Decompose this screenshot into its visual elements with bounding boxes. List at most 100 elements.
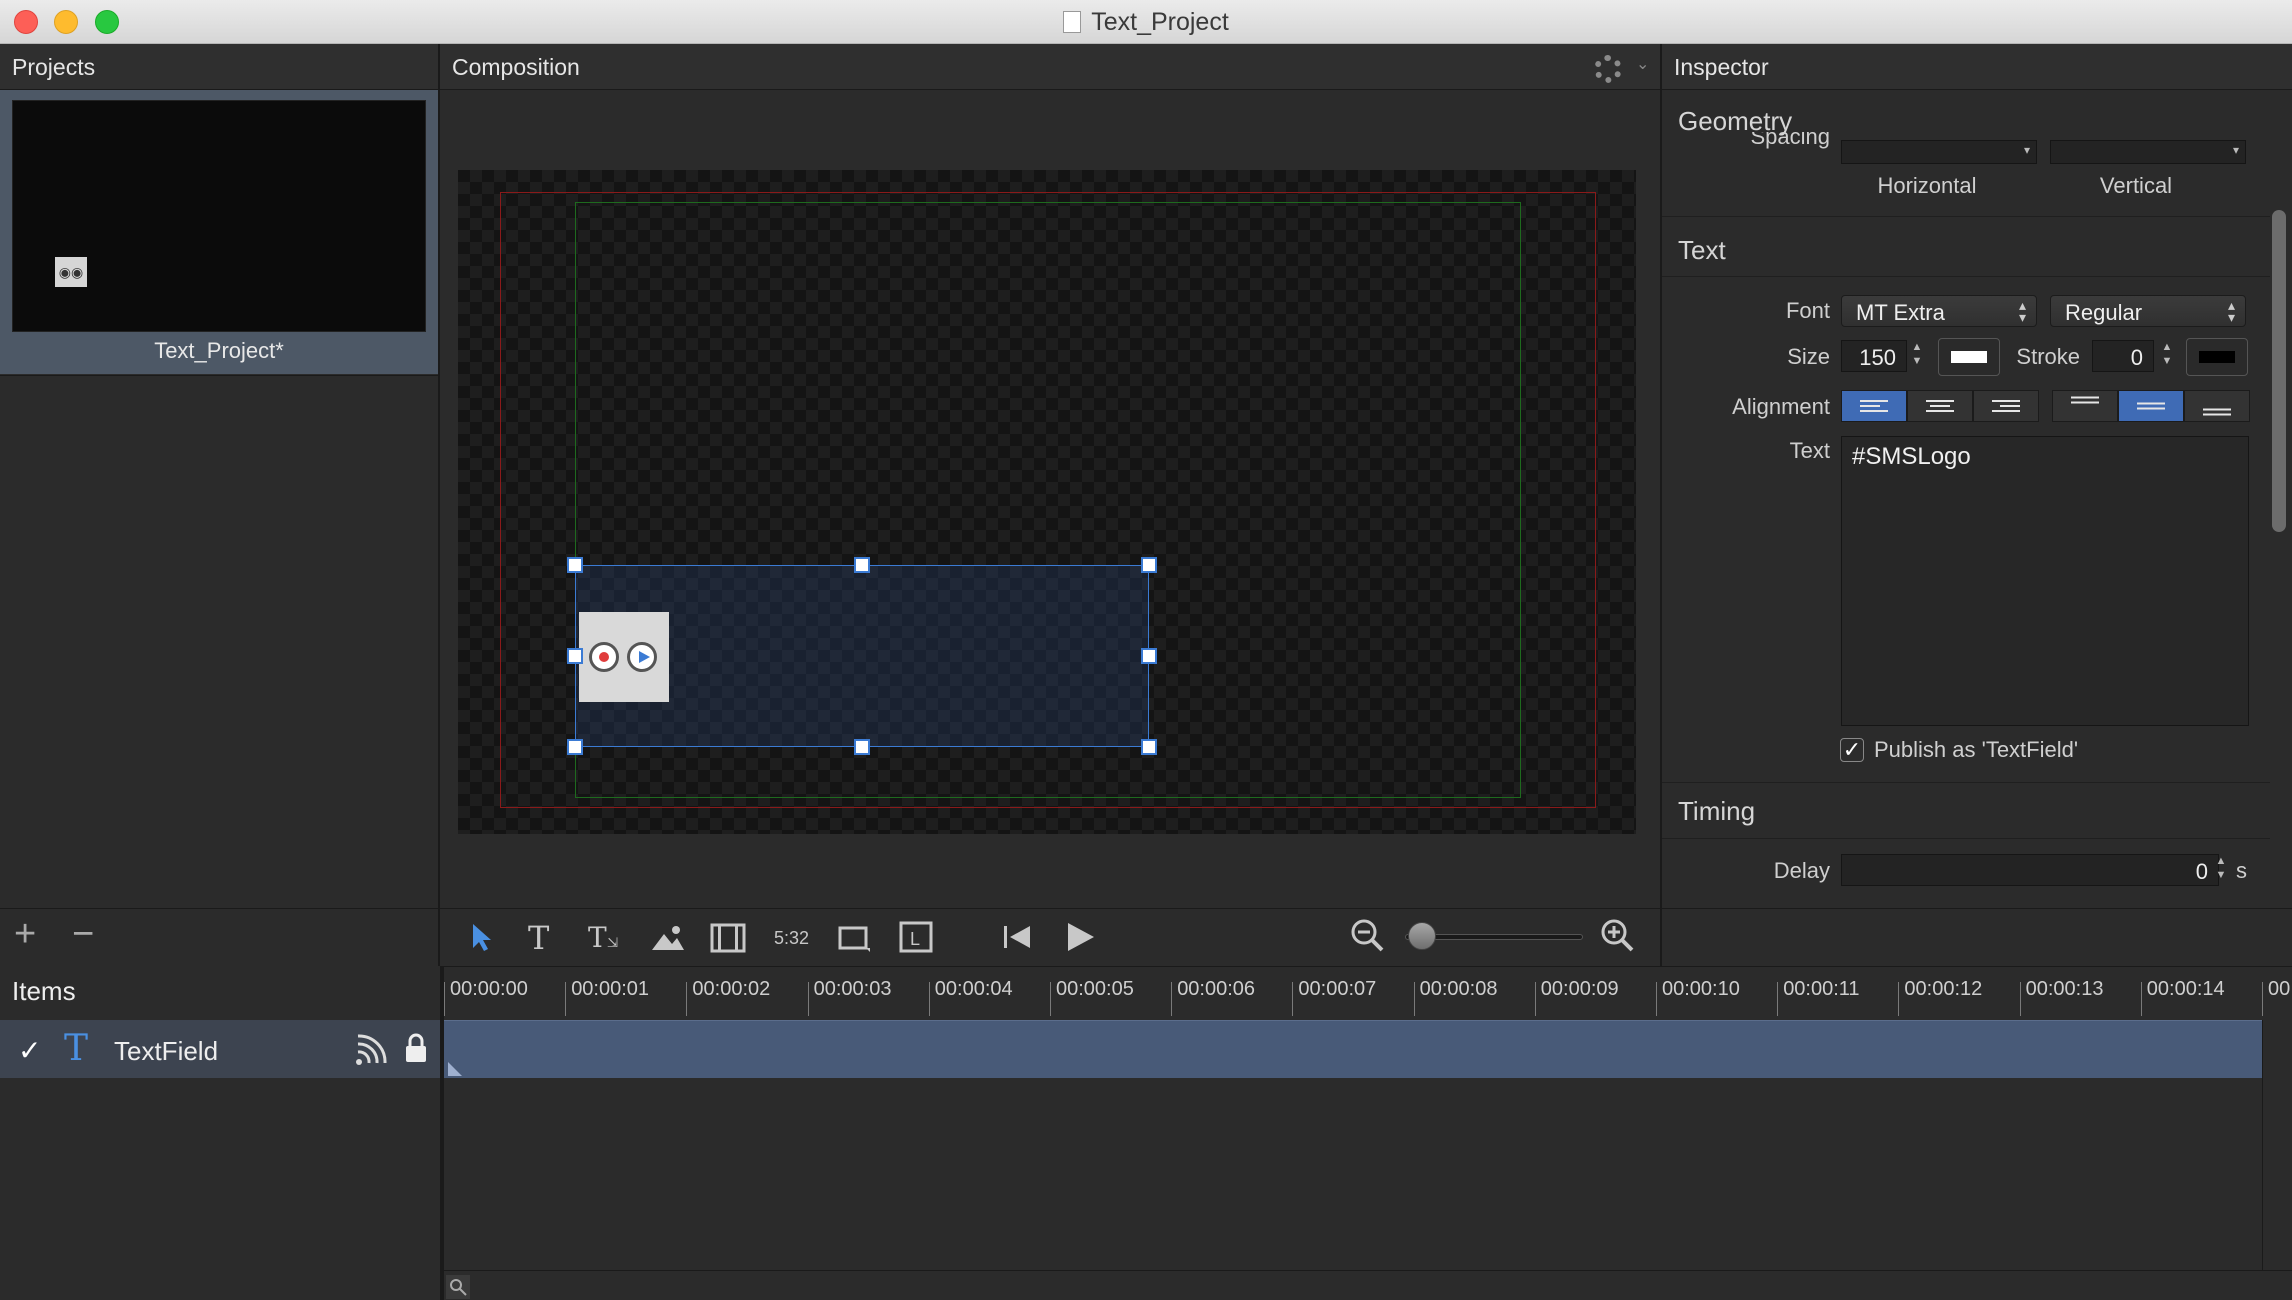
vertical-spacing-field[interactable]: ▾ (2050, 140, 2246, 164)
align-middle-button[interactable] (2118, 390, 2184, 422)
align-bottom-icon (2203, 406, 2231, 419)
text-tool-icon[interactable]: T (528, 918, 549, 958)
delay-stepper[interactable]: ▲ ▼ (2214, 854, 2228, 886)
resize-handle-right[interactable] (1141, 648, 1157, 664)
delay-unit: s (2236, 858, 2247, 883)
gear-icon[interactable] (1594, 55, 1622, 83)
remove-project-button[interactable]: − (72, 913, 94, 956)
ruler-tick-label: 00:00:11 (1783, 978, 1860, 1000)
clip-start-handle[interactable] (448, 1062, 462, 1076)
ruler-tick-line (1534, 982, 1536, 1016)
size-stepper[interactable]: ▲ ▼ (1910, 340, 1924, 372)
window-title: Text_Project (0, 8, 2292, 37)
resize-handle-bottom-right[interactable] (1141, 739, 1157, 755)
item-row-textfield[interactable]: ✓ T TextField (0, 1020, 440, 1078)
font-family-popup[interactable]: MT Extra ▴ ▾ (1841, 295, 2037, 327)
inspector-scrollbar[interactable] (2272, 210, 2286, 532)
time-tool[interactable]: 5:32 (774, 918, 809, 958)
project-item[interactable]: ◉◉ Text_Project* (0, 90, 438, 374)
zoom-slider-knob[interactable] (1408, 922, 1436, 950)
chevron-down-icon[interactable]: ⌄ (1636, 54, 1649, 74)
svg-text:L: L (910, 929, 920, 949)
publish-broadcast-icon[interactable] (354, 1034, 394, 1066)
ruler-tick-label: 00 (2268, 978, 2290, 1000)
divider[interactable] (440, 966, 444, 1300)
spacing-label: Spacing (1750, 132, 1830, 149)
logo-thumbnail-icon: ◉◉ (55, 257, 87, 287)
timing-section-title: Timing (1678, 796, 1756, 826)
video-tool-icon[interactable] (710, 922, 746, 954)
publish-checkbox[interactable]: ✓ (1840, 738, 1864, 762)
ruler-tick-label: 00:00:13 (2025, 978, 2104, 1000)
ruler-tick-label: 00:00:07 (1298, 978, 1377, 1000)
title-bar: Text_Project (0, 0, 2292, 44)
ruler-tick-label: 00:00:04 (934, 978, 1013, 1000)
divider (1662, 782, 2270, 783)
image-tool-icon[interactable] (650, 922, 686, 954)
project-name: Text_Project* (154, 338, 284, 363)
align-bottom-button[interactable] (2184, 390, 2250, 422)
ruler-tick-label: 00:00:05 (1056, 978, 1134, 1000)
items-header: Items (0, 966, 440, 1016)
delay-label: Delay (1773, 858, 1830, 883)
resize-handle-bottom-left[interactable] (567, 739, 583, 755)
visibility-checkbox[interactable]: ✓ (18, 1034, 41, 1067)
up-down-arrows-icon: ▴ ▾ (2227, 297, 2235, 325)
composition-canvas[interactable] (458, 170, 1636, 834)
ruler-tick-label: 00:00:01 (571, 978, 650, 1000)
stroke-color-well[interactable] (2186, 338, 2248, 376)
lock-icon[interactable] (404, 1032, 428, 1064)
composition-header: Composition (440, 44, 1660, 90)
projects-toolbar: + − (0, 908, 438, 966)
align-right-button[interactable] (1973, 390, 2039, 422)
divider[interactable] (438, 44, 440, 966)
publish-label: Publish as 'TextField' (1874, 737, 2079, 762)
align-center-button[interactable] (1907, 390, 1973, 422)
resize-handle-bottom[interactable] (854, 739, 870, 755)
fill-color-well[interactable] (1938, 338, 2000, 376)
layer-tool-icon[interactable]: L (898, 920, 934, 954)
text-box-tool-icon[interactable]: T⇲ (588, 918, 618, 958)
zoom-out-icon[interactable] (1350, 918, 1386, 954)
textfield-layer[interactable] (567, 557, 1157, 755)
resize-handle-top-right[interactable] (1141, 557, 1157, 573)
horizontal-spacing-field[interactable]: ▾ (1841, 140, 2037, 164)
document-icon (1063, 11, 1082, 33)
zoom-in-icon[interactable] (1600, 918, 1640, 958)
divider (1662, 216, 2270, 217)
text-section-title: Text (1678, 235, 1726, 265)
divider (1662, 276, 2270, 277)
arrow-pointer-icon[interactable] (470, 922, 494, 952)
font-style-popup[interactable]: Regular ▴ ▾ (2050, 295, 2246, 327)
ruler-tick-line (807, 982, 809, 1016)
skip-to-start-icon[interactable] (1000, 922, 1034, 952)
ruler-tick-label: 00:00:12 (1904, 978, 1983, 1000)
ruler-tick-line (2019, 982, 2021, 1016)
align-top-icon (2071, 394, 2099, 407)
resize-handle-top-left[interactable] (567, 557, 583, 573)
delay-field[interactable]: 0 (1841, 854, 2219, 886)
ruler-tick-line (1656, 982, 1657, 1016)
rectangle-tool-icon[interactable] (836, 922, 872, 954)
resize-handle-left[interactable] (567, 648, 583, 664)
ruler-tick-line (1777, 982, 1779, 1016)
stroke-color-swatch (2199, 351, 2235, 363)
size-field[interactable]: 150 (1841, 340, 1907, 372)
ruler-tick-line (1292, 982, 1294, 1016)
item-name: TextField (114, 1036, 219, 1066)
timeline-footer (444, 1270, 2292, 1300)
ruler-tick-line (1050, 982, 1051, 1016)
horizontal-label: Horizontal (1877, 173, 1977, 198)
align-left-icon (1860, 397, 1888, 415)
play-icon[interactable] (1064, 920, 1096, 954)
stroke-field[interactable]: 0 (2092, 340, 2154, 372)
stroke-stepper[interactable]: ▲ ▼ (2160, 340, 2174, 372)
text-content-field[interactable]: #SMSLogo (1841, 436, 2249, 726)
resize-handle-top[interactable] (854, 557, 870, 573)
align-top-button[interactable] (2052, 390, 2118, 422)
ruler-tick-line (928, 982, 930, 1016)
add-project-button[interactable]: + (14, 913, 36, 956)
align-left-button[interactable] (1841, 390, 1907, 422)
textfield-timeline-clip[interactable] (444, 1020, 2262, 1078)
magnifier-icon[interactable] (446, 1275, 470, 1299)
